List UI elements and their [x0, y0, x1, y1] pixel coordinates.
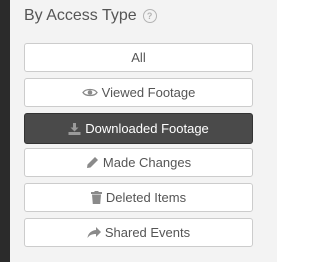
- pencil-icon: [86, 156, 99, 169]
- filter-all-label: All: [131, 50, 146, 65]
- left-edge-bar: [0, 0, 10, 262]
- filter-deleted-items-button[interactable]: Deleted Items: [24, 183, 253, 212]
- filter-title: By Access Type: [24, 7, 137, 24]
- filter-made-changes-label: Made Changes: [102, 155, 192, 170]
- filter-viewed-footage-label: Viewed Footage: [101, 85, 196, 100]
- filter-made-changes-button[interactable]: Made Changes: [24, 148, 253, 177]
- filter-shared-events-label: Shared Events: [104, 225, 191, 240]
- download-icon: [68, 122, 81, 135]
- filter-downloaded-footage-button[interactable]: Downloaded Footage: [24, 113, 253, 144]
- filter-viewed-footage-button[interactable]: Viewed Footage: [24, 78, 253, 107]
- filter-shared-events-button[interactable]: Shared Events: [24, 218, 253, 247]
- question-circle-icon[interactable]: ?: [142, 9, 157, 23]
- share-icon: [87, 226, 101, 239]
- filter-header: By Access Type ?: [24, 5, 157, 27]
- filter-deleted-items-label: Deleted Items: [105, 190, 187, 205]
- trash-icon: [90, 191, 102, 204]
- eye-icon: [81, 87, 98, 98]
- filter-downloaded-footage-label: Downloaded Footage: [85, 121, 209, 136]
- filter-all-button[interactable]: All: [24, 43, 253, 72]
